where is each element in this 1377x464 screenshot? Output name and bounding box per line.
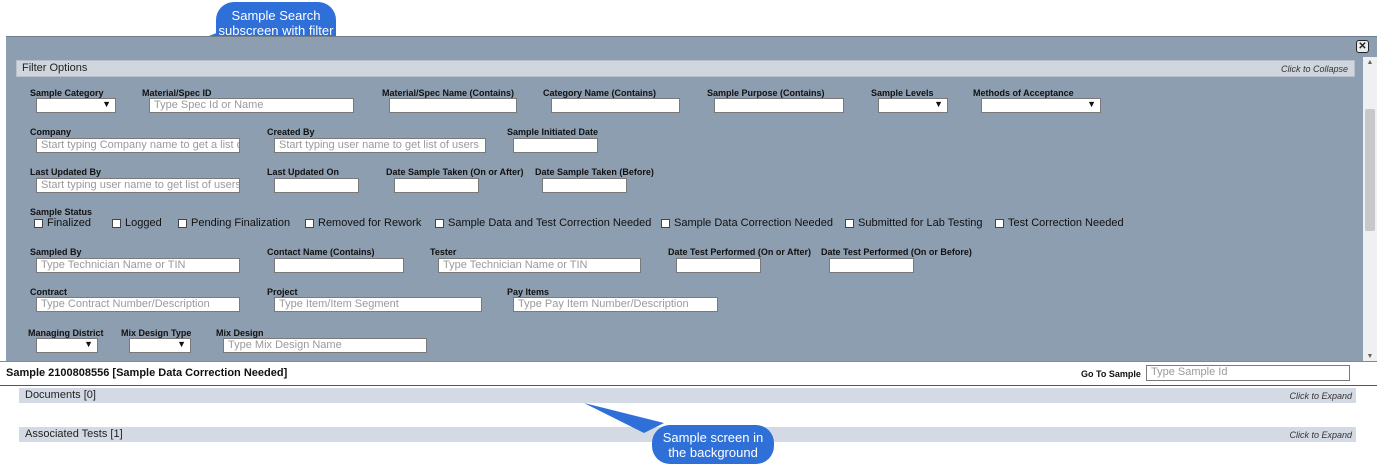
date-test-after-label: Date Test Performed (On or After) bbox=[668, 247, 812, 257]
date-test-after-input[interactable] bbox=[676, 258, 761, 273]
mix-design-type-label: Mix Design Type bbox=[121, 328, 192, 338]
documents-section-header[interactable]: Documents [0] Click to Expand bbox=[19, 388, 1356, 403]
managing-district-select[interactable]: ▼ bbox=[36, 338, 98, 353]
mix-design-type-select[interactable]: ▼ bbox=[129, 338, 191, 353]
status-checkbox-test-correction[interactable]: Test Correction Needed bbox=[995, 217, 1124, 229]
checkbox[interactable] bbox=[845, 218, 854, 228]
material-spec-name-input[interactable] bbox=[389, 98, 517, 113]
checkbox[interactable] bbox=[661, 218, 670, 228]
pay-items-label: Pay Items bbox=[507, 287, 550, 297]
managing-district-label: Managing District bbox=[28, 328, 104, 338]
category-name-label: Category Name (Contains) bbox=[543, 88, 657, 98]
sample-status-label: Sample Status bbox=[30, 207, 93, 217]
checkbox[interactable] bbox=[178, 218, 187, 228]
company-label: Company bbox=[30, 127, 72, 137]
chevron-down-icon: ▼ bbox=[1087, 99, 1096, 109]
checkbox[interactable] bbox=[34, 218, 43, 228]
scroll-down-icon[interactable]: ▼ bbox=[1366, 353, 1374, 360]
chevron-down-icon: ▼ bbox=[102, 99, 111, 109]
project-label: Project bbox=[267, 287, 298, 297]
expand-hint[interactable]: Click to Expand bbox=[1289, 391, 1352, 401]
callout-text: Sample screen in the background bbox=[662, 430, 764, 460]
chevron-down-icon: ▼ bbox=[84, 339, 93, 349]
sample-search-modal: ✕ ▲ ▼ Filter Options Click to Collapse S… bbox=[6, 36, 1377, 362]
sample-initiated-date-input[interactable] bbox=[513, 138, 598, 153]
status-checkbox-sample-data-and-test-correction[interactable]: Sample Data and Test Correction Needed bbox=[435, 217, 651, 229]
contact-name-label: Contact Name (Contains) bbox=[267, 247, 375, 257]
project-input[interactable]: Type Item/Item Segment bbox=[274, 297, 482, 312]
tester-label: Tester bbox=[430, 247, 457, 257]
status-checkbox-sample-data-correction[interactable]: Sample Data Correction Needed bbox=[661, 217, 833, 229]
mix-design-label: Mix Design bbox=[216, 328, 264, 338]
filter-options-title: Filter Options bbox=[22, 62, 88, 74]
sample-category-label: Sample Category bbox=[30, 88, 104, 98]
scroll-thumb[interactable] bbox=[1365, 109, 1375, 231]
last-updated-by-label: Last Updated By bbox=[30, 167, 102, 177]
documents-title: Documents [0] bbox=[25, 389, 96, 401]
date-taken-before-input[interactable] bbox=[542, 178, 627, 193]
methods-of-acceptance-select[interactable]: ▼ bbox=[981, 98, 1101, 113]
go-to-sample-input[interactable]: Type Sample Id bbox=[1146, 365, 1350, 381]
sample-category-select[interactable]: ▼ bbox=[36, 98, 116, 113]
scroll-up-icon[interactable]: ▲ bbox=[1366, 59, 1374, 66]
sample-levels-select[interactable]: ▼ bbox=[878, 98, 948, 113]
date-taken-after-input[interactable] bbox=[394, 178, 479, 193]
status-checkbox-finalized[interactable]: Finalized bbox=[34, 217, 91, 229]
chevron-down-icon: ▼ bbox=[934, 99, 943, 109]
close-icon[interactable]: ✕ bbox=[1356, 40, 1369, 53]
last-updated-on-label: Last Updated On bbox=[267, 167, 340, 177]
tester-input[interactable]: Type Technician Name or TIN bbox=[438, 258, 641, 273]
date-test-before-input[interactable] bbox=[829, 258, 914, 273]
contact-name-input[interactable] bbox=[274, 258, 404, 273]
material-spec-name-label: Material/Spec Name (Contains) bbox=[382, 88, 515, 98]
company-input[interactable]: Start typing Company name to get a list … bbox=[36, 138, 240, 153]
callout-background-screen: Sample screen in the background bbox=[584, 403, 774, 464]
associated-tests-title: Associated Tests [1] bbox=[25, 428, 123, 440]
created-by-input[interactable]: Start typing user name to get list of us… bbox=[274, 138, 486, 153]
sampled-by-label: Sampled By bbox=[30, 247, 82, 257]
checkbox[interactable] bbox=[995, 218, 1004, 228]
sample-levels-label: Sample Levels bbox=[871, 88, 934, 98]
filter-options-header[interactable]: Filter Options Click to Collapse bbox=[16, 60, 1355, 77]
checkbox[interactable] bbox=[305, 218, 314, 228]
date-taken-before-label: Date Sample Taken (Before) bbox=[535, 167, 654, 177]
material-spec-id-label: Material/Spec ID bbox=[142, 88, 212, 98]
spec-id-input[interactable]: Type Spec Id or Name bbox=[149, 98, 354, 113]
methods-of-acceptance-label: Methods of Acceptance bbox=[973, 88, 1074, 98]
status-checkbox-submitted-for-lab-testing[interactable]: Submitted for Lab Testing bbox=[845, 217, 983, 229]
collapse-hint[interactable]: Click to Collapse bbox=[1281, 64, 1348, 74]
chevron-down-icon: ▼ bbox=[177, 339, 186, 349]
go-to-sample-label: Go To Sample bbox=[1081, 369, 1141, 379]
date-taken-after-label: Date Sample Taken (On or After) bbox=[386, 167, 524, 177]
mix-design-input[interactable]: Type Mix Design Name bbox=[223, 338, 427, 353]
last-updated-on-input[interactable] bbox=[274, 178, 359, 193]
contract-input[interactable]: Type Contract Number/Description bbox=[36, 297, 240, 312]
sample-title: Sample 2100808556 [Sample Data Correctio… bbox=[6, 367, 288, 379]
sample-initiated-date-label: Sample Initiated Date bbox=[507, 127, 599, 137]
contract-label: Contract bbox=[30, 287, 68, 297]
status-checkbox-pending-finalization[interactable]: Pending Finalization bbox=[178, 217, 290, 229]
status-checkbox-removed-for-rework[interactable]: Removed for Rework bbox=[305, 217, 421, 229]
status-checkbox-logged[interactable]: Logged bbox=[112, 217, 162, 229]
category-name-input[interactable] bbox=[551, 98, 680, 113]
sample-purpose-label: Sample Purpose (Contains) bbox=[707, 88, 825, 98]
checkbox[interactable] bbox=[435, 218, 444, 228]
expand-hint[interactable]: Click to Expand bbox=[1289, 430, 1352, 440]
checkbox[interactable] bbox=[112, 218, 121, 228]
sample-header-bar: Sample 2100808556 [Sample Data Correctio… bbox=[0, 361, 1377, 386]
sample-purpose-input[interactable] bbox=[714, 98, 844, 113]
sampled-by-input[interactable]: Type Technician Name or TIN bbox=[36, 258, 240, 273]
last-updated-by-input[interactable]: Start typing user name to get list of us… bbox=[36, 178, 240, 193]
created-by-label: Created By bbox=[267, 127, 315, 137]
pay-items-input[interactable]: Type Pay Item Number/Description bbox=[513, 297, 718, 312]
date-test-before-label: Date Test Performed (On or Before) bbox=[821, 247, 972, 257]
modal-scrollbar[interactable]: ▲ ▼ bbox=[1363, 57, 1377, 362]
